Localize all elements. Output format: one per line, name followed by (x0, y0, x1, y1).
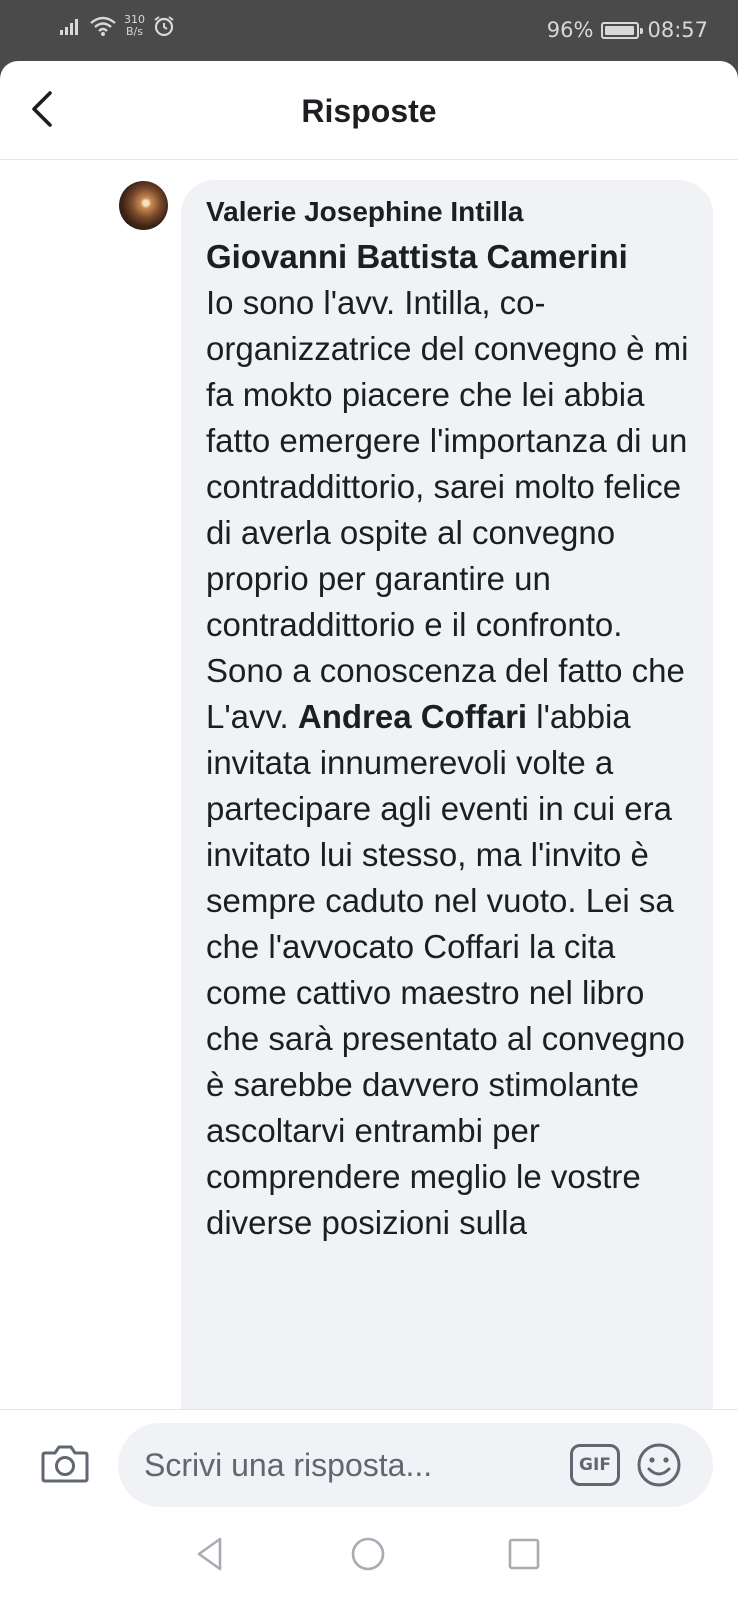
reply-composer: GIF (0, 1409, 738, 1512)
nav-back-button[interactable] (190, 1532, 234, 1576)
nav-home-button[interactable] (346, 1532, 390, 1576)
emoji-button[interactable] (636, 1442, 682, 1488)
mention-tag[interactable]: Andrea Coffari (298, 698, 527, 735)
comment-body: Giovanni Battista Camerini Io sono l'avv… (206, 234, 691, 1246)
recents-square-icon (508, 1538, 540, 1570)
home-circle-icon (351, 1537, 385, 1571)
nav-recents-button[interactable] (502, 1532, 546, 1576)
comment-text-part: l'abbia invitata innumerevoli volte a pa… (206, 698, 685, 1241)
camera-icon (41, 1445, 89, 1483)
comment-bubble: Valerie Josephine Intilla Giovanni Batti… (181, 180, 713, 1480)
avatar[interactable] (119, 181, 168, 230)
camera-button[interactable] (40, 1441, 90, 1485)
status-bar: 310 B/s 96% 08:57 (0, 0, 738, 64)
header: Risposte (0, 61, 738, 160)
wifi-icon (90, 16, 116, 36)
status-left: 310 B/s (60, 14, 175, 38)
back-triangle-icon (197, 1537, 222, 1571)
page-title: Risposte (301, 93, 437, 129)
reply-input[interactable] (144, 1423, 544, 1507)
replies-screen: Risposte Valerie Josephine Intilla Giova… (0, 61, 738, 1600)
battery-fill (605, 25, 635, 35)
network-speed: 310 B/s (124, 14, 145, 38)
battery-icon (601, 21, 644, 39)
clock: 08:57 (647, 18, 708, 42)
battery-percent: 96% (546, 18, 594, 42)
smiley-icon (637, 1443, 681, 1487)
system-nav-bar (0, 1512, 738, 1600)
network-speed-unit: B/s (126, 25, 143, 38)
mention-tag[interactable]: Giovanni Battista Camerini (206, 238, 628, 275)
comment-author[interactable]: Valerie Josephine Intilla (206, 192, 691, 232)
signal-icon (60, 19, 78, 35)
alarm-icon (154, 16, 174, 37)
comment-text-part: Io sono l'avv. Intilla, co-organizzatric… (206, 284, 689, 735)
reply-input-wrap: GIF (118, 1423, 713, 1507)
status-right: 96% 08:57 (547, 18, 708, 42)
gif-button[interactable]: GIF (570, 1444, 620, 1486)
